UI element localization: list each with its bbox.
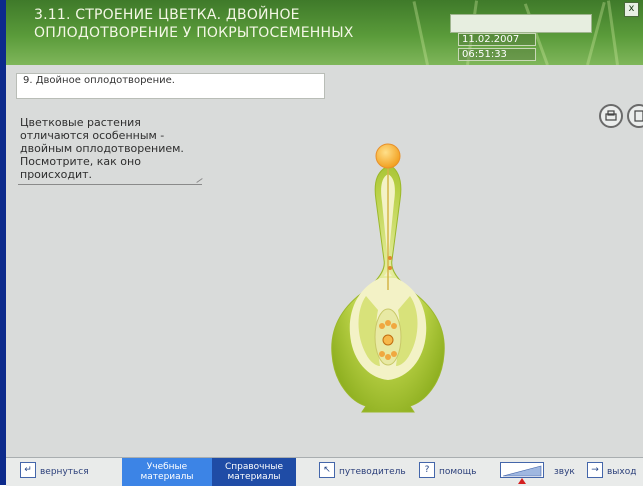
back-button[interactable]: вернуться <box>40 462 89 482</box>
date-display: 11.02.2007 <box>458 33 536 46</box>
flower-pistil-illustration <box>331 143 445 413</box>
exit-button[interactable]: выход <box>607 462 636 482</box>
grass-decoration <box>606 0 619 65</box>
bottom-toolbar: ↵ вернуться Учебные материалы Справочные… <box>6 457 643 486</box>
page-title: 3.11. СТРОЕНИЕ ЦВЕТКА. ДВОЙНОЕ ОПЛОДОТВО… <box>34 7 354 41</box>
guide-button[interactable]: путеводитель <box>339 462 406 482</box>
notes-icon <box>634 110 643 122</box>
time-display: 06:51:33 <box>458 48 536 61</box>
pointer-icon: ↖ <box>319 462 335 478</box>
grass-decoration <box>586 1 606 65</box>
app-window: 3.11. СТРОЕНИЕ ЦВЕТКА. ДВОЙНОЕ ОПЛОДОТВО… <box>0 0 643 486</box>
step-label: 9. Двойное оплодотворение. <box>16 73 325 99</box>
description-text: Цветковые растения отличаются особенным … <box>20 116 184 181</box>
help-button[interactable]: помощь <box>439 462 476 482</box>
volume-marker-icon <box>518 478 526 484</box>
close-button[interactable]: x <box>624 2 639 17</box>
divider <box>18 184 202 185</box>
print-button[interactable] <box>599 104 623 128</box>
volume-ramp-icon <box>502 465 542 477</box>
header-banner: 3.11. СТРОЕНИЕ ЦВЕТКА. ДВОЙНОЕ ОПЛОДОТВО… <box>6 0 643 65</box>
printer-icon <box>605 110 617 121</box>
back-arrow-icon: ↵ <box>20 462 36 478</box>
help-icon: ? <box>419 462 435 478</box>
volume-slider[interactable] <box>500 462 544 478</box>
sound-button[interactable]: звук <box>554 462 575 482</box>
exit-icon: → <box>587 462 603 478</box>
tab-reference-materials[interactable]: Справочные материалы <box>212 458 296 486</box>
tab-study-materials[interactable]: Учебные материалы <box>122 458 212 486</box>
header-field <box>450 14 592 33</box>
